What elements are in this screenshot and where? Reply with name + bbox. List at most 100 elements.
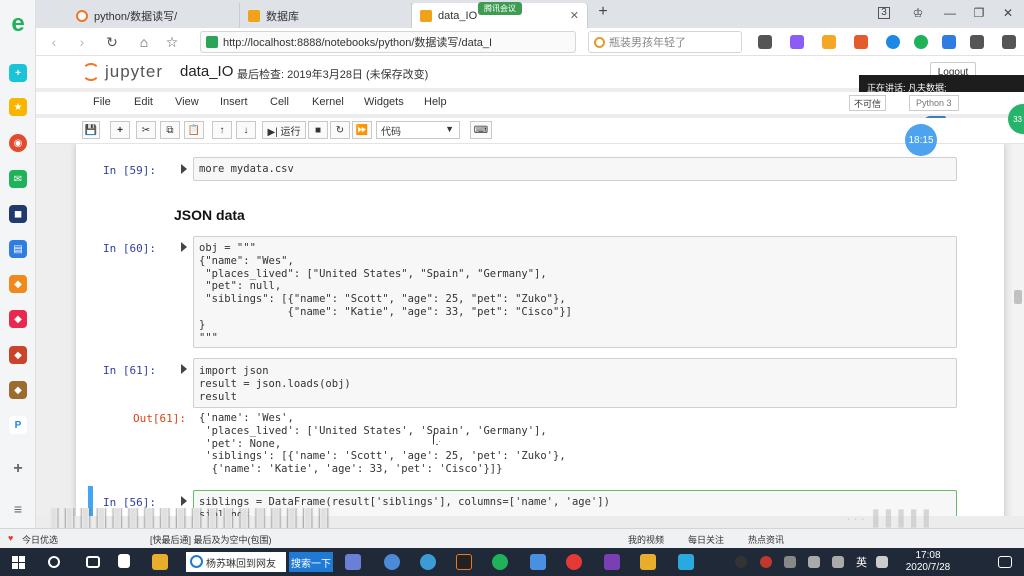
- home-button[interactable]: ⌂: [136, 34, 152, 50]
- menu-view[interactable]: View: [175, 96, 199, 108]
- paste-button[interactable]: 📋: [184, 121, 204, 139]
- notebook-name[interactable]: data_IO: [180, 63, 233, 80]
- taskbar-app4-icon[interactable]: [420, 554, 436, 570]
- tray-network-icon[interactable]: [808, 556, 820, 568]
- move-up-button[interactable]: ↑: [212, 121, 232, 139]
- find-icon[interactable]: [886, 35, 900, 49]
- notebook-scrollbar[interactable]: [1012, 144, 1024, 516]
- sidebar-game2-icon[interactable]: ◆: [9, 346, 27, 364]
- sidebar-game3-icon[interactable]: ◆: [9, 381, 27, 399]
- tray-icon[interactable]: [784, 556, 796, 568]
- taskbar-app5-icon[interactable]: [530, 554, 546, 570]
- tray-keyboard-icon[interactable]: [876, 556, 888, 568]
- taskbar-clock[interactable]: 17:08 2020/7/28: [900, 550, 956, 574]
- search-input[interactable]: 瓶装男孩年轻了: [588, 31, 742, 53]
- browser-taskbar-icon[interactable]: [492, 554, 508, 570]
- taskbar-app3-icon[interactable]: [384, 554, 400, 570]
- sidebar-app-icon[interactable]: ◆: [9, 275, 27, 293]
- status-news[interactable]: [快最后通] 最后及为空中(包围): [150, 533, 272, 546]
- sidebar-p-icon[interactable]: P: [9, 416, 27, 434]
- back-button[interactable]: ‹: [46, 34, 62, 50]
- tab-database[interactable]: 数据库: [240, 3, 412, 28]
- trusted-indicator[interactable]: 不可信: [849, 95, 887, 111]
- taskbar-app2-icon[interactable]: [345, 554, 361, 570]
- sidebar-plus-icon[interactable]: +: [9, 460, 27, 478]
- file-explorer-icon[interactable]: [152, 554, 168, 570]
- pycharm-icon[interactable]: [456, 554, 472, 570]
- sidebar-weibo-icon[interactable]: ◉: [9, 134, 27, 152]
- move-down-button[interactable]: ↓: [236, 121, 256, 139]
- run-cell-icon[interactable]: [181, 496, 187, 506]
- taskbar-search-button[interactable]: 搜索一下: [289, 552, 333, 572]
- green-ext-icon[interactable]: [914, 35, 928, 49]
- folder-icon[interactable]: [640, 554, 656, 570]
- code-cell-input[interactable]: import json result = json.loads(obj) res…: [193, 358, 957, 408]
- extension-icon[interactable]: [790, 35, 804, 49]
- status-my-videos[interactable]: 我的视频: [628, 533, 664, 546]
- scissors-icon[interactable]: [758, 35, 772, 49]
- shirt-icon[interactable]: ♔: [910, 6, 926, 20]
- meeting-icon[interactable]: [678, 554, 694, 570]
- run-cell-icon[interactable]: [181, 164, 187, 174]
- tab-python-folder[interactable]: python/数据读写/: [68, 3, 240, 28]
- menu-cell[interactable]: Cell: [270, 96, 289, 108]
- code-cell-input[interactable]: more mydata.csv: [193, 157, 957, 181]
- tray-penguin-icon[interactable]: [735, 556, 747, 568]
- new-tab-button[interactable]: +: [595, 3, 611, 21]
- url-input[interactable]: http://localhost:8888/notebooks/python/数…: [200, 31, 576, 53]
- floating-clock-bubble[interactable]: 18:15: [905, 124, 937, 156]
- more-menu-icon[interactable]: [1002, 35, 1016, 49]
- stop-button[interactable]: ■: [308, 121, 328, 139]
- run-cell-icon[interactable]: [181, 364, 187, 374]
- menu-kernel[interactable]: Kernel: [312, 96, 344, 108]
- taskbar-browser-button[interactable]: 杨苏琳回到网友: [186, 552, 286, 572]
- notification-icon[interactable]: [998, 556, 1012, 568]
- taskbar-app-icon[interactable]: [118, 554, 130, 568]
- tray-volume-icon[interactable]: [832, 556, 844, 568]
- status-today-picks[interactable]: 今日优选: [22, 533, 58, 546]
- add-cell-button[interactable]: +: [110, 121, 130, 139]
- scrollbar-thumb[interactable]: [1014, 290, 1022, 304]
- sidebar-mail-icon[interactable]: ✉: [9, 170, 27, 188]
- run-button[interactable]: ▶| 运行: [262, 121, 306, 139]
- sidebar-game-icon[interactable]: ◼: [9, 205, 27, 223]
- reload-button[interactable]: ↻: [104, 34, 120, 50]
- restore-button[interactable]: ❐: [971, 6, 987, 20]
- shield-ext-icon[interactable]: [822, 35, 836, 49]
- menu-edit[interactable]: Edit: [134, 96, 153, 108]
- save-button[interactable]: 💾: [82, 121, 100, 139]
- tab-count-badge[interactable]: 3: [878, 7, 890, 19]
- bookmark-star-icon[interactable]: ☆: [164, 34, 180, 50]
- task-view-icon[interactable]: [86, 556, 100, 568]
- sidebar-shop-icon[interactable]: ◆: [9, 310, 27, 328]
- restart-button[interactable]: ↻: [330, 121, 350, 139]
- forward-button[interactable]: ›: [74, 34, 90, 50]
- sidebar-doc-icon[interactable]: ▤: [9, 240, 27, 258]
- minimize-button[interactable]: —: [942, 6, 958, 20]
- restart-run-all-button[interactable]: ⏩: [352, 121, 372, 139]
- menu-insert[interactable]: Insert: [220, 96, 248, 108]
- close-window-button[interactable]: ✕: [1000, 6, 1016, 20]
- jupyter-logo[interactable]: jupyter: [82, 60, 163, 84]
- status-daily-follow[interactable]: 每日关注: [688, 533, 724, 546]
- input-language[interactable]: 英: [856, 554, 867, 570]
- menu-file[interactable]: File: [93, 96, 111, 108]
- keyboard-shortcuts-button[interactable]: ⌨: [470, 121, 492, 139]
- sidebar-add-icon[interactable]: +: [9, 64, 27, 82]
- translate-icon[interactable]: [942, 35, 956, 49]
- taskbar-search-icon[interactable]: [48, 556, 60, 568]
- onenote-icon[interactable]: [604, 554, 620, 570]
- menu-widgets[interactable]: Widgets: [364, 96, 404, 108]
- cut-button[interactable]: ✂: [136, 121, 156, 139]
- menu-help[interactable]: Help: [424, 96, 447, 108]
- sidebar-favorites-icon[interactable]: ★: [9, 98, 27, 116]
- tray-red-icon[interactable]: [760, 556, 772, 568]
- notebook-area[interactable]: In [59]: more mydata.csv JSON data In [6…: [36, 144, 1012, 516]
- cell-type-select[interactable]: 代码 ▼: [376, 121, 460, 139]
- windows-start-icon[interactable]: [12, 556, 25, 569]
- code-cell-input[interactable]: obj = """ {"name": "Wes", "places_lived"…: [193, 236, 957, 348]
- status-hot-news[interactable]: 热点资讯: [748, 533, 784, 546]
- game-ext-icon[interactable]: [854, 35, 868, 49]
- copy-button[interactable]: ⧉: [160, 121, 180, 139]
- undo-icon[interactable]: [970, 35, 984, 49]
